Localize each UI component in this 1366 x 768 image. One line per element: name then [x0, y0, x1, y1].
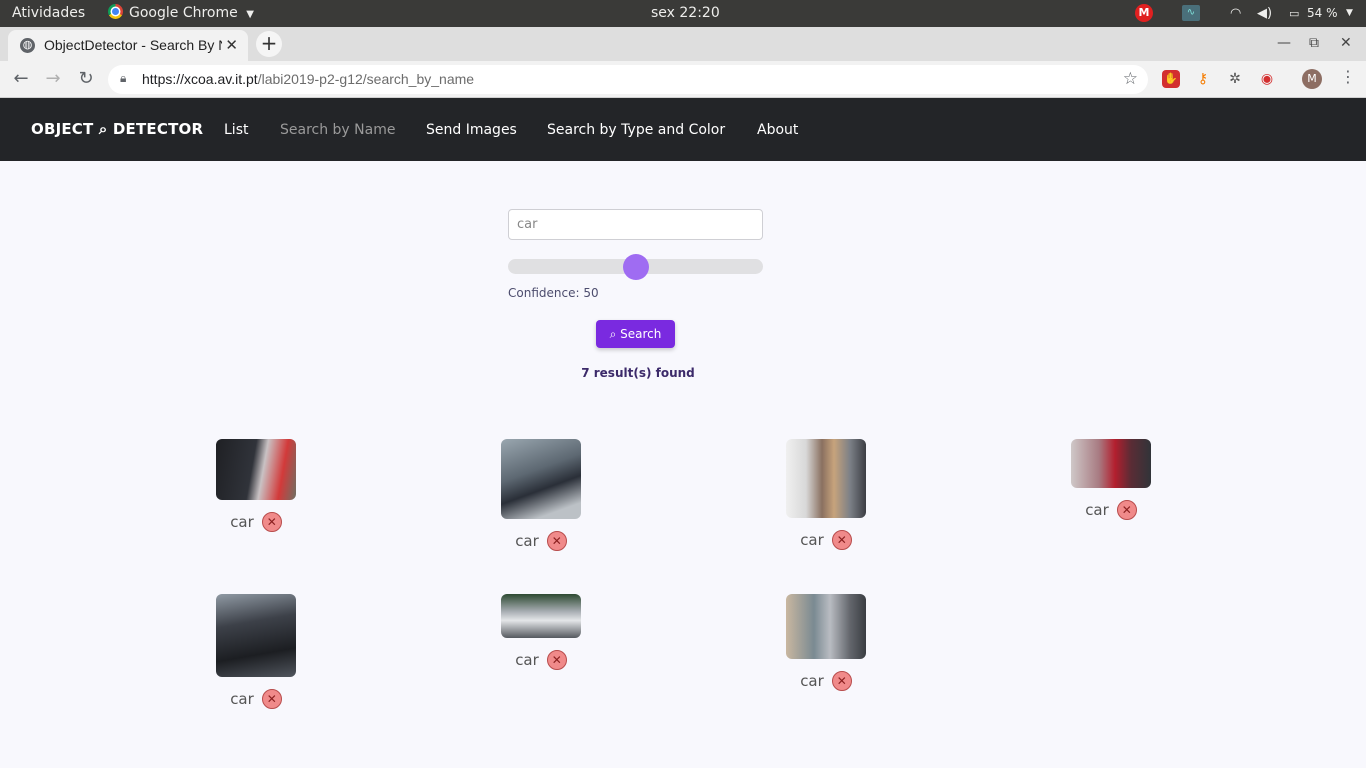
tab-title: ObjectDetector - Search By Name	[44, 37, 222, 53]
delete-icon[interactable]: ✕	[261, 689, 282, 709]
clock[interactable]: sex 22:20	[651, 0, 720, 27]
nav-link-about[interactable]: About	[757, 122, 798, 138]
chrome-icon	[108, 4, 123, 19]
bookmark-star-icon[interactable]: ☆	[1123, 69, 1138, 89]
url-text: https://xcoa.av.it.pt/labi2019-p2-g12/se…	[142, 71, 474, 87]
extension-adblock-icon[interactable]: ✋	[1162, 70, 1180, 88]
result-label: car	[230, 513, 254, 531]
result-card: car ✕	[501, 594, 581, 670]
confidence-label: Confidence: 50	[508, 286, 599, 300]
search-button[interactable]: ⌕ Search	[596, 320, 675, 348]
address-bar[interactable]: 🔒︎ https://xcoa.av.it.pt/labi2019-p2-g12…	[108, 65, 1148, 94]
result-label: car	[515, 532, 539, 550]
activities-button[interactable]: Atividades	[12, 0, 85, 27]
battery-percent: 54 %	[1307, 6, 1338, 20]
app-name: Google Chrome	[129, 5, 238, 21]
result-label: car	[800, 531, 824, 549]
confidence-slider[interactable]	[508, 254, 763, 280]
delete-icon[interactable]: ✕	[546, 650, 567, 670]
browser-toolbar: ← → ↻ 🔒︎ https://xcoa.av.it.pt/labi2019-…	[0, 61, 1366, 98]
result-label: car	[515, 651, 539, 669]
nav-link-list[interactable]: List	[224, 122, 248, 138]
result-image[interactable]	[786, 439, 866, 518]
result-card: car ✕	[216, 439, 296, 532]
delete-icon[interactable]: ✕	[546, 531, 567, 551]
tab-close-icon[interactable]: ✕	[225, 36, 238, 54]
result-image[interactable]	[501, 594, 581, 638]
system-menu-chevron-icon[interactable]: ▼	[1346, 0, 1353, 27]
slider-thumb[interactable]	[622, 254, 649, 280]
nav-link-search-by-type-color[interactable]: Search by Type and Color	[547, 122, 725, 138]
result-label: car	[1085, 501, 1109, 519]
result-image[interactable]	[501, 439, 581, 519]
restore-icon[interactable]: ⧉	[1309, 35, 1319, 51]
globe-icon: ◍	[20, 38, 35, 53]
browser-tab[interactable]: ◍ ObjectDetector - Search By Name ✕	[8, 30, 248, 61]
results-count: 7 result(s) found	[581, 366, 695, 380]
url-path: /labi2019-p2-g12/search_by_name	[257, 71, 475, 87]
os-top-bar: Atividades Google Chrome ▼ sex 22:20 M ∿…	[0, 0, 1366, 27]
chevron-down-icon: ▼	[246, 9, 254, 20]
tab-strip: ◍ ObjectDetector - Search By Name ✕ + — …	[0, 27, 1366, 61]
forward-arrow-icon[interactable]: →	[41, 67, 65, 91]
volume-icon[interactable]: ◀)	[1257, 0, 1272, 27]
result-image[interactable]	[786, 594, 866, 659]
result-card: car ✕	[1071, 439, 1151, 520]
extension-puzzle-icon[interactable]: ✲	[1226, 70, 1244, 88]
extension-record-icon[interactable]: ◉	[1258, 70, 1276, 88]
extension-key-icon[interactable]: ⚷	[1194, 70, 1212, 88]
result-label: car	[800, 672, 824, 690]
lock-icon: 🔒︎	[120, 71, 127, 85]
site-brand[interactable]: OBJECT ⌕ DETECTOR	[31, 120, 203, 138]
profile-avatar[interactable]: M	[1302, 69, 1322, 89]
delete-icon[interactable]: ✕	[831, 530, 852, 550]
back-arrow-icon[interactable]: ←	[9, 67, 33, 91]
chrome-menu-icon[interactable]: ⋮	[1340, 67, 1356, 86]
result-label: car	[230, 690, 254, 708]
close-window-icon[interactable]: ✕	[1340, 35, 1352, 51]
search-input[interactable]: car	[508, 209, 763, 240]
app-menu[interactable]: Google Chrome ▼	[108, 0, 254, 27]
site-navbar: OBJECT ⌕ DETECTOR List Search by Name Se…	[0, 98, 1366, 161]
delete-icon[interactable]: ✕	[831, 671, 852, 691]
monitor-tray-icon[interactable]: ∿	[1182, 0, 1200, 27]
result-card: car ✕	[786, 594, 866, 691]
battery-icon[interactable]: ▭	[1289, 0, 1299, 27]
result-image[interactable]	[1071, 439, 1151, 488]
wifi-icon[interactable]: ◠	[1230, 0, 1241, 27]
url-host: https://xcoa.av.it.pt	[142, 71, 258, 87]
nav-link-search-by-name[interactable]: Search by Name	[280, 122, 395, 138]
nav-link-send-images[interactable]: Send Images	[426, 122, 517, 138]
mega-tray-icon[interactable]: M	[1135, 0, 1153, 27]
result-image[interactable]	[216, 439, 296, 500]
reload-icon[interactable]: ↻	[74, 67, 98, 91]
delete-icon[interactable]: ✕	[261, 512, 282, 532]
result-card: car ✕	[501, 439, 581, 551]
result-card: car ✕	[786, 439, 866, 550]
result-card: car ✕	[216, 594, 296, 709]
result-image[interactable]	[216, 594, 296, 677]
delete-icon[interactable]: ✕	[1116, 500, 1137, 520]
new-tab-button[interactable]: +	[256, 31, 282, 57]
minimize-icon[interactable]: —	[1277, 35, 1291, 51]
